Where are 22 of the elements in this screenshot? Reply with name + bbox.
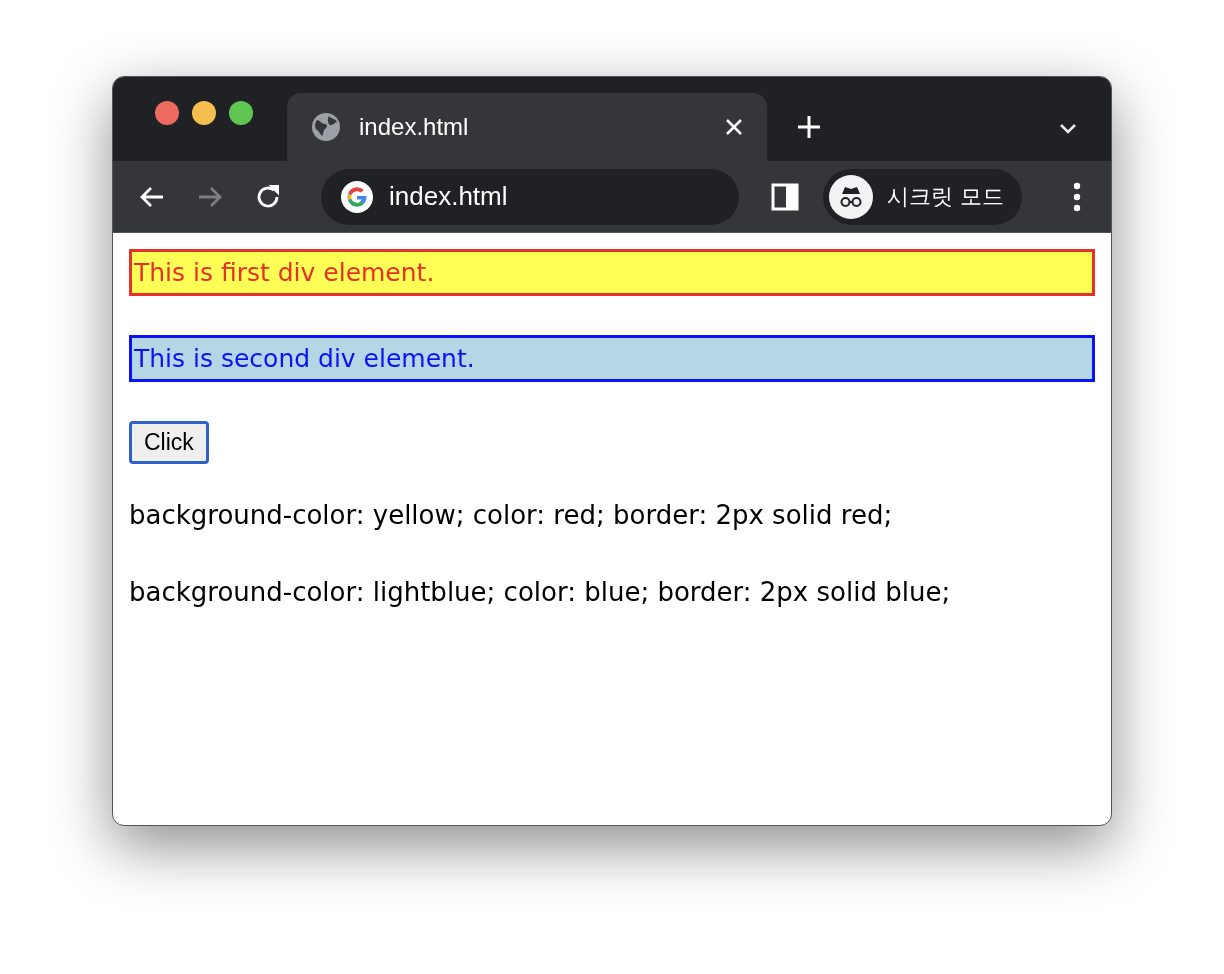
style-description: background-color: lightblue; color: blue; border: 2px solid blue; bbox=[129, 576, 952, 609]
styled-div: This is first div element. bbox=[129, 249, 1095, 296]
click-button[interactable]: Click bbox=[129, 421, 209, 464]
tab-list-chevron-icon[interactable] bbox=[1059, 123, 1077, 135]
address-bar[interactable]: index.html bbox=[321, 168, 739, 225]
menu-icon[interactable] bbox=[1073, 181, 1081, 212]
style-description: background-color: yellow; color: red; border: 2px solid red; bbox=[129, 499, 894, 532]
new-tab-icon[interactable] bbox=[797, 115, 821, 139]
globe-icon bbox=[311, 112, 341, 142]
address-text: index.html bbox=[389, 180, 508, 213]
close-window-button[interactable] bbox=[155, 101, 179, 125]
profile-label: 시크릿 모드 bbox=[887, 183, 1004, 211]
incognito-icon bbox=[829, 174, 873, 219]
zoom-window-button[interactable] bbox=[229, 101, 253, 125]
incognito-profile-button[interactable]: 시크릿 모드 bbox=[823, 168, 1022, 225]
browser-tab[interactable]: index.html bbox=[287, 93, 767, 161]
side-panel-icon[interactable] bbox=[771, 182, 799, 211]
minimize-window-button[interactable] bbox=[192, 101, 216, 125]
styled-div: This is second div element. bbox=[129, 335, 1095, 382]
google-icon bbox=[341, 180, 373, 213]
tab-title: index.html bbox=[359, 112, 469, 142]
close-tab-icon[interactable] bbox=[725, 118, 743, 136]
